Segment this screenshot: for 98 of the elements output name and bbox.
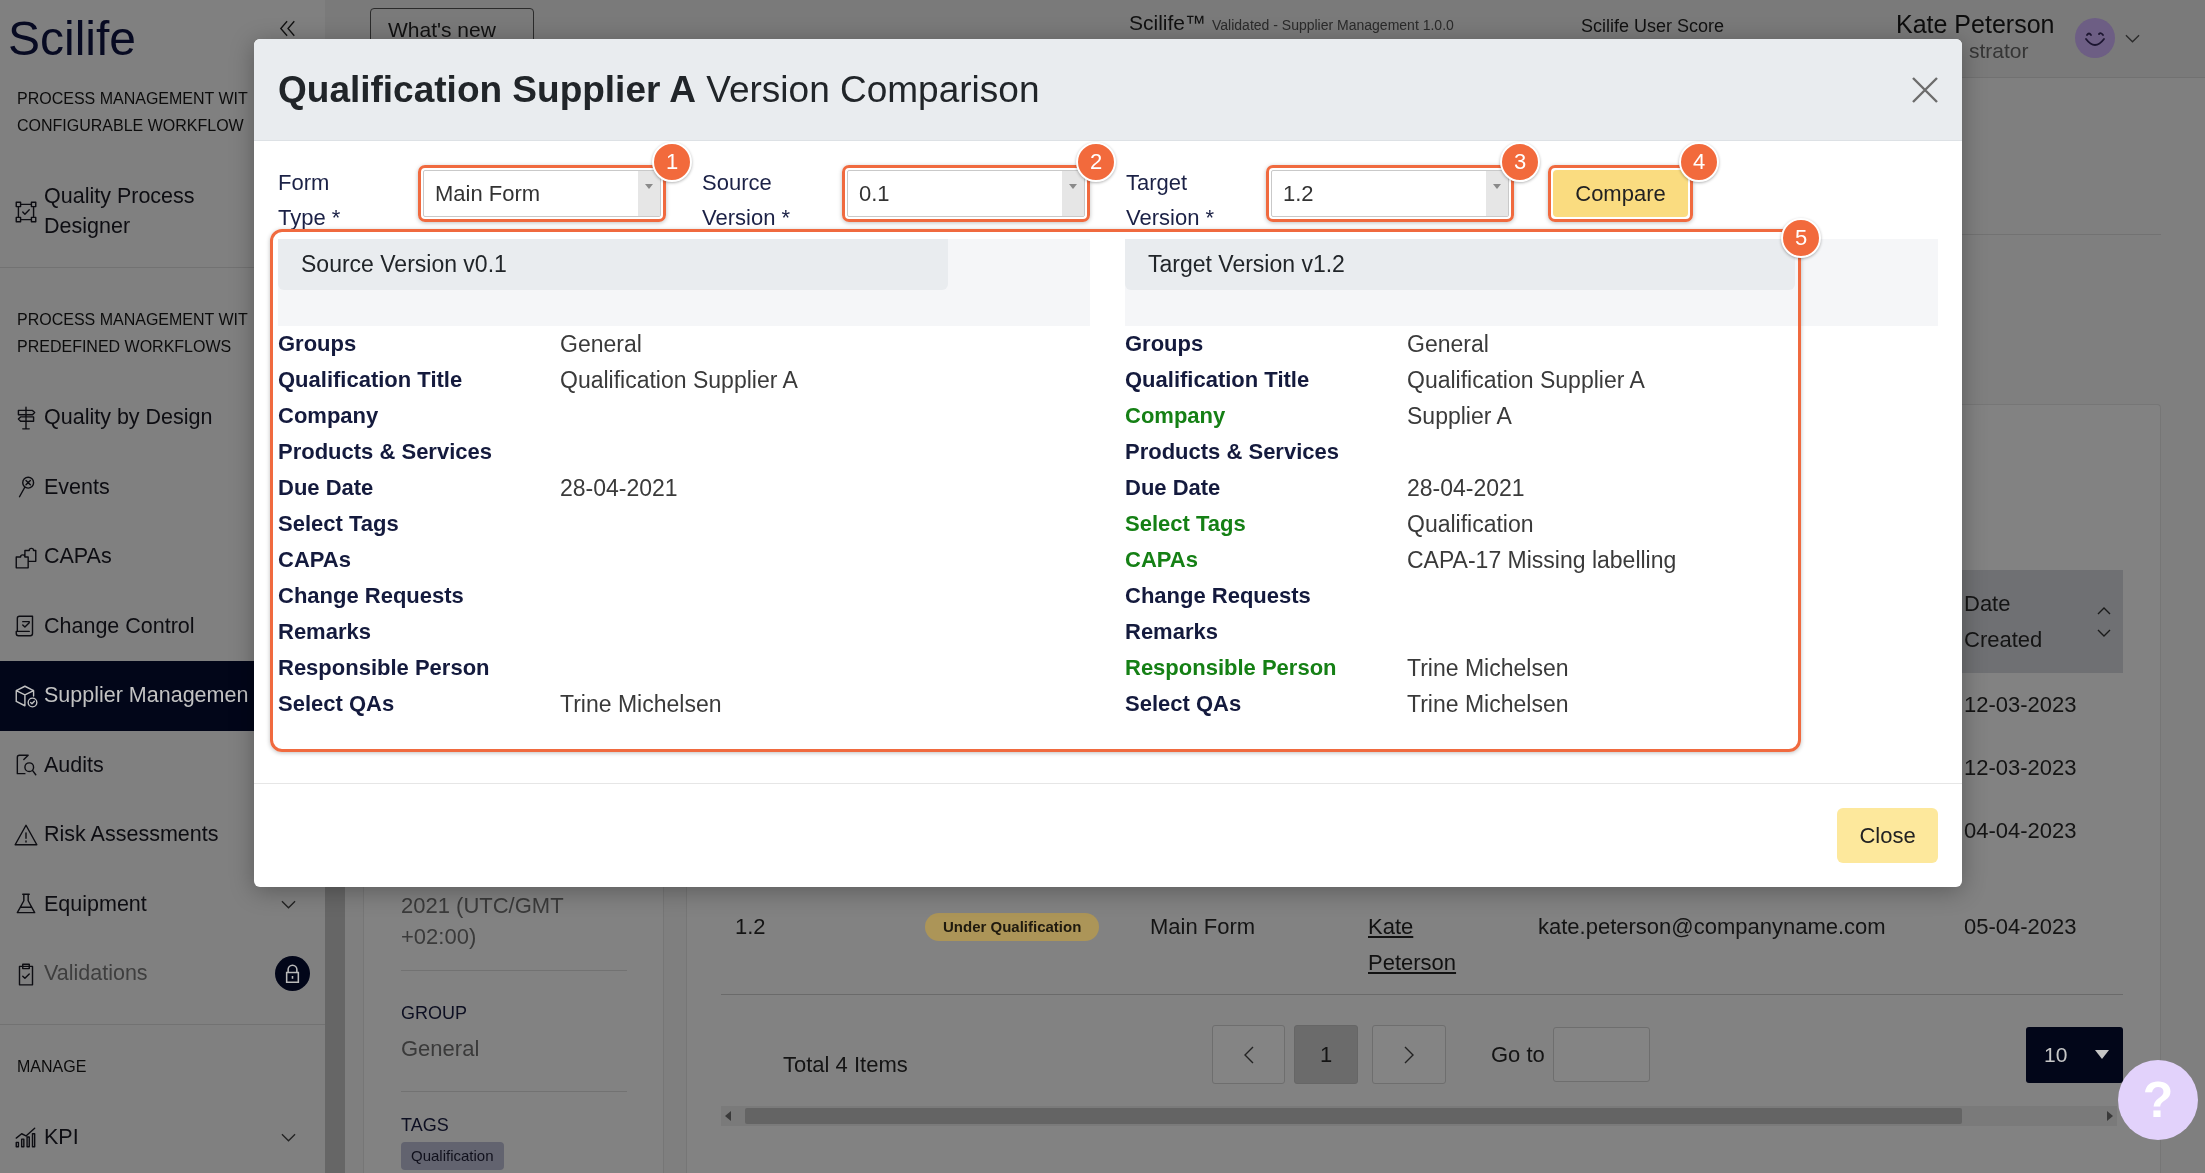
compare-button[interactable]: Compare: [1553, 170, 1688, 217]
caret-down-icon[interactable]: [1062, 171, 1084, 216]
table-cell-text: Main Form: [1150, 913, 1256, 941]
callout-number: 1: [652, 142, 692, 182]
field-label: Select Tags: [278, 510, 399, 538]
double-chevron-icon[interactable]: [279, 20, 297, 37]
caret-down-icon: [2095, 1050, 2109, 1059]
field-value: Qualification Supplier A: [560, 366, 798, 395]
field-label: Change Requests: [1125, 582, 1311, 610]
field-value: CAPA-17 Missing labelling: [1407, 546, 1677, 575]
sidebar-item[interactable]: Audits: [0, 730, 325, 800]
field-label: Select QAs: [1125, 690, 1242, 718]
field-label: Groups: [1125, 330, 1204, 358]
caret-down-icon[interactable]: [638, 171, 660, 216]
field-label: Products & Services: [278, 438, 492, 466]
callout-number: 4: [1679, 142, 1719, 182]
score-label: Scilife User Score: [1581, 16, 1725, 36]
field-value: Trine Michelsen: [1407, 690, 1569, 719]
field-label: Company: [1125, 402, 1226, 430]
sidebar-item[interactable]: Equipment: [0, 869, 325, 939]
logo[interactable]: Scilife: [8, 15, 137, 63]
field-value: 28-04-2021: [1407, 474, 1525, 503]
field-value: Trine Michelsen: [1407, 654, 1569, 683]
table-cell-text: 05-04-2023: [1964, 913, 2077, 941]
table-cell-text: 04-04-2023: [1964, 816, 2077, 845]
section-heading: PROCESS MANAGEMENT WIT CONFIGURABLE WORKFLOW: [16, 89, 248, 136]
horizontal-scrollbar[interactable]: [721, 1106, 2117, 1126]
chevron-left-icon: [1243, 1045, 1254, 1064]
field-value: Qualification Supplier A: [1407, 366, 1645, 395]
callout-number: 5: [1781, 218, 1821, 258]
field-label: Due Date: [278, 474, 374, 502]
field-label: Groups: [278, 330, 357, 358]
field-label: Responsible Person: [1125, 654, 1337, 682]
field-label: Form Type *: [278, 169, 342, 232]
caret-left-icon[interactable]: [725, 1111, 731, 1121]
field-label: Company: [278, 402, 379, 430]
chevron-right-icon: [1404, 1045, 1414, 1064]
field-label: CAPAs: [1125, 546, 1198, 574]
field-label: GROUP: [401, 1002, 467, 1025]
field-value: 28-04-2021: [560, 474, 678, 503]
field-value: Trine Michelsen: [560, 690, 722, 719]
table-cell-text: kate.peterson@companyname.com: [1538, 913, 1886, 941]
field-label: Source Version *: [702, 169, 792, 232]
date-text: 2021 (UTC/GMT +02:00): [401, 892, 564, 951]
field-value: General: [1407, 330, 1489, 359]
field-label: Change Requests: [278, 582, 464, 610]
field-label: Remarks: [278, 618, 371, 646]
dialog-title: Qualification Supplier A Version Comparison: [278, 67, 1040, 112]
field-label: TAGS: [401, 1114, 449, 1137]
table-cell-text: 12-03-2023: [1964, 690, 2077, 719]
page-size-select[interactable]: 10: [2026, 1026, 2123, 1083]
caret-down-icon[interactable]: [1486, 171, 1508, 216]
field-label: CAPAs: [278, 546, 351, 574]
field-label: Remarks: [1125, 618, 1218, 646]
field-value: Qualification: [1407, 510, 1534, 539]
chevron-down-icon[interactable]: [2125, 34, 2140, 43]
product-version: Validated - Supplier Management 1.0.0: [1212, 16, 1454, 34]
sidebar-item[interactable]: Validations: [0, 939, 325, 1009]
table-cell-text: 1.2: [735, 913, 766, 941]
table-cell-text: 12-03-2023: [1964, 753, 2077, 782]
product-name: Scilife™: [1129, 10, 1207, 36]
field-label: Products & Services: [1125, 438, 1339, 466]
callout-number: 2: [1076, 142, 1116, 182]
lock-icon: [274, 956, 310, 992]
close-icon: [1911, 75, 1939, 104]
chevron-down-icon[interactable]: [280, 1132, 296, 1142]
select-field[interactable]: 0.1: [847, 170, 1085, 217]
section-heading: MANAGE: [16, 1056, 87, 1077]
field-label: Select Tags: [1125, 510, 1246, 538]
select-field[interactable]: Main Form: [423, 170, 661, 217]
status-tag: Under Qualification: [925, 913, 1100, 941]
field-value: Supplier A: [1407, 402, 1512, 431]
chevron-down-icon[interactable]: [280, 899, 296, 909]
field-label: Due Date: [1125, 474, 1221, 502]
panel-title: Source Version v0.1: [278, 239, 948, 290]
sidebar-item[interactable]: KPI: [0, 1102, 325, 1172]
user-link[interactable]: Kate Peterson: [1368, 909, 1468, 981]
avatar-icon[interactable]: [2075, 18, 2115, 58]
user-role: strator: [1969, 39, 2029, 63]
up-down-chevron-icon[interactable]: [2097, 606, 2111, 637]
select-field[interactable]: 1.2: [1271, 170, 1509, 217]
tag-chip: Qualification: [401, 1142, 504, 1170]
field-label: Target Version *: [1126, 169, 1216, 232]
field-label: Qualification Title: [1125, 366, 1310, 394]
page-button[interactable]: 1: [1294, 1025, 1358, 1084]
caret-right-icon[interactable]: [2107, 1111, 2113, 1121]
field-value: General: [401, 1035, 480, 1063]
sidebar-item[interactable]: Risk Assessments: [0, 800, 325, 870]
panel-title: Target Version v1.2: [1125, 239, 1795, 290]
section-heading: PROCESS MANAGEMENT WIT PREDEFINED WORKFLOWS: [16, 310, 248, 357]
close-button[interactable]: Close: [1837, 808, 1938, 863]
user-name: Kate Peterson: [1896, 9, 2055, 39]
field-value: General: [560, 330, 642, 359]
go-to-label: Go to: [1491, 1040, 1545, 1069]
total-count: Total 4 Items: [783, 1052, 908, 1077]
close-button[interactable]: [1911, 75, 1939, 104]
field-label: Qualification Title: [278, 366, 463, 394]
callout-number: 3: [1500, 142, 1540, 182]
